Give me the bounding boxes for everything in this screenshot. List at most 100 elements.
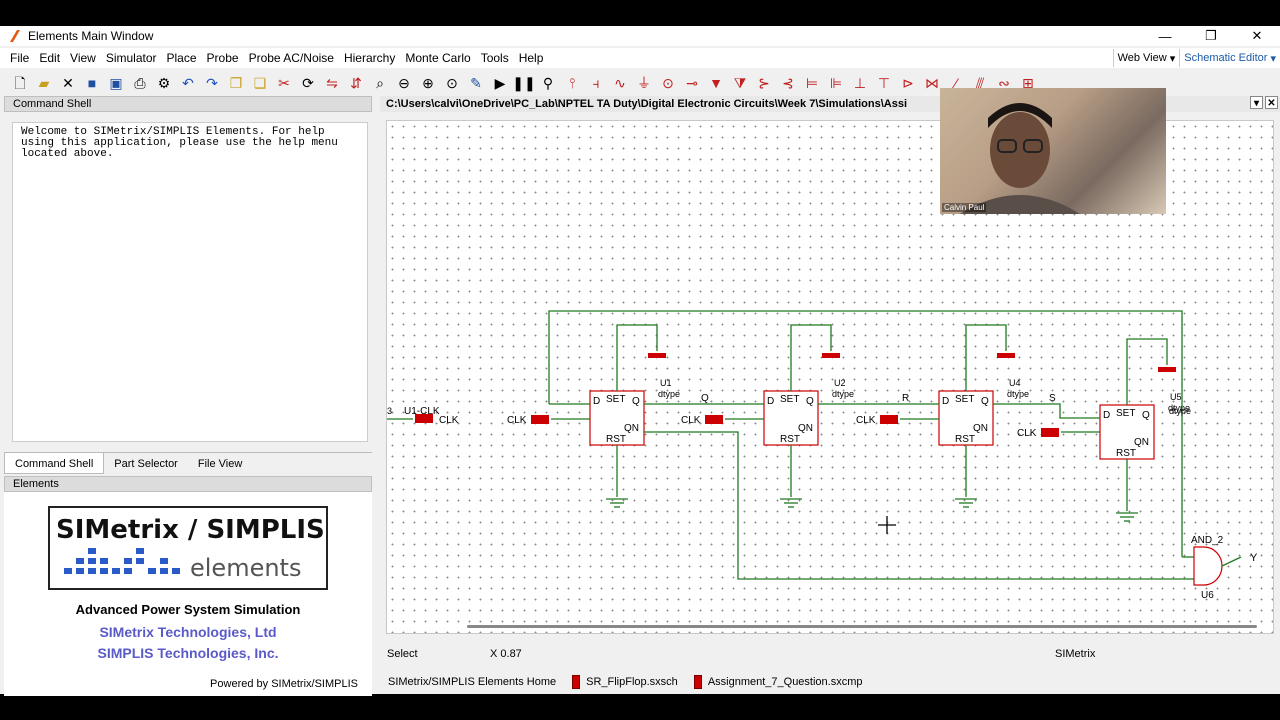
company-2-link[interactable]: SIMPLIS Technologies, Inc. — [4, 645, 372, 661]
transistor-pnp-icon[interactable]: ⊰ — [776, 72, 800, 94]
pencil-icon[interactable]: ✎ — [464, 72, 488, 94]
tab-file-view[interactable]: File View — [188, 453, 252, 474]
diode-down-icon[interactable]: ▼ — [704, 72, 728, 94]
powered-by: Powered by SIMetrix/SIMPLIS — [210, 678, 358, 690]
zoom-out-icon[interactable]: ⊖ — [392, 72, 416, 94]
pin-d: D — [593, 396, 600, 407]
status-coord: X 0.87 — [490, 648, 522, 660]
menu-tools[interactable]: Tools — [476, 51, 514, 65]
transistor-icon[interactable]: ⊱ — [752, 72, 776, 94]
new-file-icon[interactable]: 🗋 — [8, 72, 32, 94]
tab-part-selector[interactable]: Part Selector — [104, 453, 188, 474]
output-label-y: Y — [1250, 552, 1258, 564]
doc-tab-assignment[interactable]: Assignment_7_Question.sxcmp — [686, 671, 871, 693]
menu-monte-carlo[interactable]: Monte Carlo — [400, 51, 475, 65]
close-icon[interactable]: ✕ — [56, 72, 80, 94]
pin-set: SET — [955, 394, 974, 405]
minimize-button[interactable]: — — [1142, 26, 1188, 46]
app-logo-icon — [10, 30, 20, 42]
menu-probe[interactable]: Probe — [202, 51, 244, 65]
horizontal-scrollbar[interactable] — [467, 625, 1257, 628]
menu-edit[interactable]: Edit — [34, 51, 65, 65]
open-folder-icon[interactable]: ▰ — [32, 72, 56, 94]
source-icon[interactable]: ⊙ — [656, 72, 680, 94]
pin-set: SET — [1116, 408, 1135, 419]
inductor-icon[interactable]: ∿ — [608, 72, 632, 94]
doc-tab-sr-flipflop-label: SR_FlipFlop.sxsch — [586, 676, 678, 688]
web-view-dropdown[interactable]: Web View ▾ — [1112, 49, 1180, 67]
print-icon[interactable]: ⎙ — [128, 72, 152, 94]
menu-view[interactable]: View — [65, 51, 101, 65]
pin-set: SET — [780, 394, 799, 405]
pin-qn: QN — [973, 423, 988, 434]
clk-source — [531, 415, 549, 424]
close-schematic-icon[interactable]: ✕ — [1265, 96, 1278, 109]
paste-icon[interactable]: ❏ — [248, 72, 272, 94]
command-shell-output[interactable]: Welcome to SIMetrix/SIMPLIS Elements. Fo… — [12, 122, 368, 442]
menu-simulator[interactable]: Simulator — [101, 51, 162, 65]
pause-icon[interactable]: ❚❚ — [512, 72, 536, 94]
net-label-q: Q — [701, 393, 709, 404]
save-all-icon[interactable]: ▣ — [104, 72, 128, 94]
switch-icon[interactable]: ⊤ — [872, 72, 896, 94]
undo-icon[interactable]: ↶ — [176, 72, 200, 94]
run-icon[interactable]: ▶ — [488, 72, 512, 94]
close-window-button[interactable]: ✕ — [1234, 26, 1280, 46]
mirror-icon[interactable]: ⇵ — [344, 72, 368, 94]
and-gate-name: AND_2 — [1191, 535, 1224, 546]
command-shell-panel: Command Shell Welcome to SIMetrix/SIMPLI… — [4, 96, 372, 476]
clk-label: CLK — [681, 415, 701, 426]
pin-set: SET — [606, 394, 625, 405]
tab-command-shell[interactable]: Command Shell — [4, 453, 105, 474]
pin-q: Q — [981, 396, 989, 407]
zener-icon[interactable]: ⧩ — [728, 72, 752, 94]
source-symbol — [822, 353, 840, 358]
clk-label: CLK — [439, 415, 459, 426]
menu-hierarchy[interactable]: Hierarchy — [339, 51, 400, 65]
mosfet-icon[interactable]: ⊨ — [800, 72, 824, 94]
capacitor-icon[interactable]: ⫞ — [584, 72, 608, 94]
zoom-in-icon[interactable]: ⊕ — [416, 72, 440, 94]
zoom-fit-icon[interactable]: ⌕ — [368, 72, 392, 94]
left-pane: Command Shell Welcome to SIMetrix/SIMPLI… — [4, 96, 372, 696]
flip-icon[interactable]: ⇋ — [320, 72, 344, 94]
ground-icon[interactable]: ⏚ — [632, 72, 656, 94]
tagline: Advanced Power System Simulation — [75, 602, 301, 617]
dropdown-icon[interactable]: ▾ — [1250, 96, 1263, 109]
rotate-icon[interactable]: ⟳ — [296, 72, 320, 94]
company-1-link[interactable]: SIMetrix Technologies, Ltd — [4, 624, 372, 640]
menu-file[interactable]: File — [5, 51, 34, 65]
clk-source — [705, 415, 723, 424]
chevron-down-icon: ▾ — [1166, 52, 1176, 65]
cut-icon[interactable]: ✂ — [272, 72, 296, 94]
redo-icon[interactable]: ↷ — [200, 72, 224, 94]
command-shell-header: Command Shell — [4, 96, 372, 112]
person-video — [960, 103, 1080, 214]
save-icon[interactable]: ■ — [80, 72, 104, 94]
mosfet-p-icon[interactable]: ⊫ — [824, 72, 848, 94]
elements-panel: Elements SIMetrix / SIMPLIS elements Adv… — [4, 476, 372, 696]
schematic-editor-dropdown[interactable]: Schematic Editor ▾ — [1179, 49, 1280, 67]
doc-tab-sr-flipflop[interactable]: SR_FlipFlop.sxsch — [564, 671, 686, 693]
title-bar: Elements Main Window — ❐ ✕ — [0, 26, 1280, 46]
settings-icon[interactable]: ⚙ — [152, 72, 176, 94]
elements-header: Elements — [4, 476, 372, 492]
doc-tab-home[interactable]: SIMetrix/SIMPLIS Elements Home — [380, 671, 564, 693]
schematic-editor-label: Schematic Editor — [1184, 52, 1268, 64]
schematic-path: C:\Users\calvi\OneDrive\PC_Lab\NPTEL TA … — [386, 98, 908, 110]
resistor-icon[interactable]: ⫯ — [560, 72, 584, 94]
copy-icon[interactable]: ❐ — [224, 72, 248, 94]
diode-icon[interactable]: ⊸ — [680, 72, 704, 94]
simetrix-logo: SIMetrix / SIMPLIS elements — [48, 506, 328, 590]
opamp-icon[interactable]: ⊳ — [896, 72, 920, 94]
menu-probe-ac-noise[interactable]: Probe AC/Noise — [244, 51, 339, 65]
status-bar: Select X 0.87 SIMetrix — [380, 644, 1280, 664]
jfet-icon[interactable]: ⊥ — [848, 72, 872, 94]
restore-button[interactable]: ❐ — [1188, 26, 1234, 46]
q-wire-u4 — [993, 403, 1100, 419]
menu-place[interactable]: Place — [162, 51, 202, 65]
binoculars-icon[interactable]: ⚲ — [536, 72, 560, 94]
menu-help[interactable]: Help — [514, 51, 549, 65]
and-gate — [1193, 546, 1223, 586]
zoom-area-icon[interactable]: ⊙ — [440, 72, 464, 94]
